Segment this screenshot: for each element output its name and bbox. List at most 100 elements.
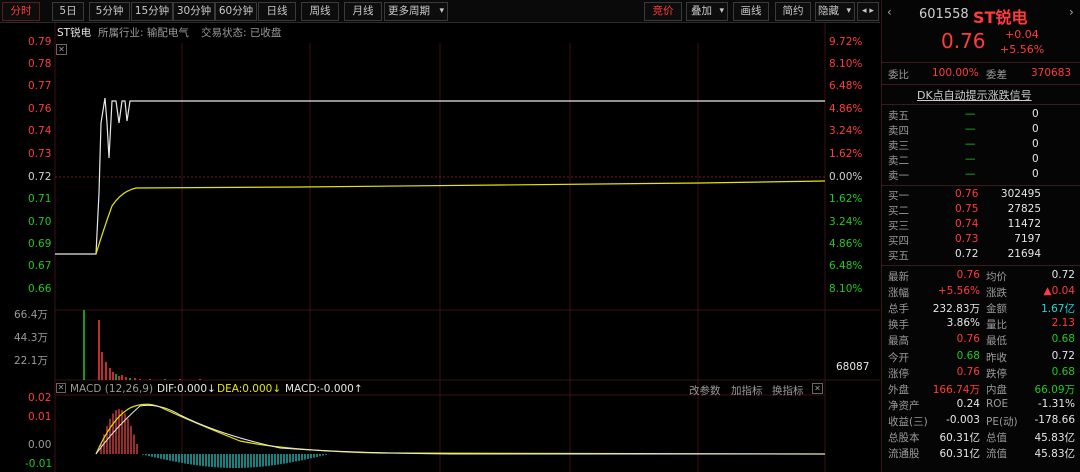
price-tick: 0.71	[28, 193, 52, 205]
last-volume: 68087	[836, 361, 870, 373]
stat-value: +5.56%	[937, 285, 980, 298]
stat-label: 金额	[986, 303, 1007, 316]
stat-value: 3.86%	[946, 317, 980, 330]
overlay-button[interactable]: 叠加 ▾	[686, 2, 728, 21]
level-label: 买二	[888, 205, 909, 217]
auction-button[interactable]: 竞价	[644, 2, 682, 21]
buy-level-row[interactable]: 买五 0.72 21694	[882, 248, 1080, 263]
tab-15min[interactable]: 15分钟	[131, 2, 173, 21]
pct-tick: 3.24%	[829, 125, 863, 137]
edit-params-button[interactable]: 改参数	[689, 383, 721, 398]
buy-level-row[interactable]: 买二 0.75 27825	[882, 203, 1080, 218]
price-tick: 0.74	[28, 125, 52, 137]
tab-5day[interactable]: 5日	[52, 2, 84, 21]
level-volume: 0	[1032, 108, 1039, 120]
tab-monthly[interactable]: 月线	[344, 2, 382, 21]
stat-label: 总手	[888, 303, 909, 316]
stat-label: 涨停	[888, 367, 909, 380]
stat-row: 外盘 166.74万 内盘 66.09万	[882, 382, 1080, 397]
level-volume: 0	[1032, 168, 1039, 180]
level-label: 卖一	[888, 170, 909, 182]
close-icon[interactable]: ✕	[812, 383, 823, 394]
overlay-label: 叠加	[691, 5, 712, 17]
price-tick: 0.72	[28, 171, 52, 183]
level-volume: 27825	[1007, 203, 1041, 215]
sell-level-row[interactable]: 卖五 — 0	[882, 108, 1080, 123]
macd-tick: 0.02	[28, 392, 52, 404]
close-icon[interactable]: ✕	[56, 383, 66, 393]
volume-tick: 66.4万	[14, 309, 48, 321]
level-label: 卖五	[888, 110, 909, 122]
pct-tick: 1.62%	[829, 193, 863, 205]
stat-label: PE(动)	[986, 415, 1018, 428]
price-tick: 0.73	[28, 148, 52, 160]
sell-level-row[interactable]: 卖二 — 0	[882, 153, 1080, 168]
level-price: —	[965, 168, 976, 180]
tab-60min[interactable]: 60分钟	[215, 2, 257, 21]
macd-dea-value: DEA:0.000↓	[217, 383, 282, 395]
sell-level-row[interactable]: 卖一 — 0	[882, 168, 1080, 183]
level-price: —	[965, 138, 976, 150]
tab-intraday[interactable]: 分时	[2, 2, 40, 21]
stat-value: 2.13	[1051, 317, 1075, 330]
macd-dea-line	[95, 404, 825, 455]
nav-arrows-icon[interactable]: ◂ ▸	[857, 2, 879, 21]
level-volume: 11472	[1007, 218, 1041, 230]
prev-stock-icon[interactable]: ‹	[887, 5, 892, 19]
sell-level-row[interactable]: 卖三 — 0	[882, 138, 1080, 153]
draw-button[interactable]: 画线	[733, 2, 769, 21]
stat-label: 均价	[986, 271, 1007, 283]
macd-tick: 0.00	[28, 439, 52, 451]
price-tick: 0.66	[28, 283, 52, 295]
add-indicator-button[interactable]: 加指标	[731, 383, 763, 398]
stat-label: 总值	[986, 432, 1007, 444]
bid-ratio-label: 委比	[888, 69, 909, 81]
pct-tick: 8.10%	[829, 58, 863, 70]
dk-signal-link[interactable]: DK点自动提示涨跌信号	[917, 87, 1032, 103]
stat-label: 内盘	[986, 383, 1007, 396]
hide-button[interactable]: 隐藏 ▾	[815, 2, 855, 21]
level-price: —	[965, 108, 976, 120]
stat-value: 60.31亿	[939, 448, 980, 461]
bid-ratio-value: 100.00%	[932, 67, 979, 79]
stat-label: 最新	[888, 271, 909, 283]
simple-button[interactable]: 简约	[775, 2, 811, 21]
tab-more-periods[interactable]: 更多周期 ▾	[384, 2, 448, 21]
buy-level-row[interactable]: 买一 0.76 302495	[882, 188, 1080, 203]
volume-tick: 44.3万	[14, 332, 48, 344]
price-tick: 0.70	[28, 216, 52, 228]
level-volume: 0	[1032, 123, 1039, 135]
stat-value: 166.74万	[932, 383, 980, 396]
stat-value: -178.66	[1034, 413, 1075, 426]
change-indicator-button[interactable]: 换指标	[772, 383, 804, 398]
tab-weekly[interactable]: 周线	[301, 2, 339, 21]
price-tick: 0.78	[28, 58, 52, 70]
stat-value: 45.83亿	[1034, 448, 1075, 461]
level-label: 卖四	[888, 125, 909, 137]
stat-label: 最低	[986, 335, 1007, 348]
close-icon[interactable]: ✕	[56, 44, 67, 55]
level-price: 0.74	[955, 218, 979, 230]
stock-code: 601558	[919, 7, 969, 22]
tab-daily[interactable]: 日线	[258, 2, 296, 21]
grid-lines	[54, 23, 880, 472]
macd-dif-line	[95, 403, 826, 455]
level-volume: 7197	[1014, 233, 1041, 245]
tab-5min[interactable]: 5分钟	[89, 2, 130, 21]
sell-level-row[interactable]: 卖四 — 0	[882, 123, 1080, 138]
stat-value: 0.68	[1051, 333, 1075, 346]
buy-level-row[interactable]: 买四 0.73 7197	[882, 233, 1080, 248]
pct-tick: 3.24%	[829, 216, 863, 228]
next-stock-icon[interactable]: ›	[1069, 5, 1074, 19]
stat-value: 0.76	[956, 269, 980, 281]
level-label: 买四	[888, 235, 909, 247]
buy-level-row[interactable]: 买三 0.74 11472	[882, 218, 1080, 233]
stat-label: 流通股	[888, 448, 920, 461]
level-label: 卖二	[888, 155, 909, 167]
stat-row: 涨停 0.76 跌停 0.68	[882, 366, 1080, 381]
chevron-down-icon: ▾	[719, 6, 724, 16]
macd-tick: -0.01	[25, 458, 53, 470]
stat-row: 净资产 0.24 ROE -1.31%	[882, 398, 1080, 413]
price-tick: 0.69	[28, 238, 52, 250]
tab-30min[interactable]: 30分钟	[173, 2, 215, 21]
